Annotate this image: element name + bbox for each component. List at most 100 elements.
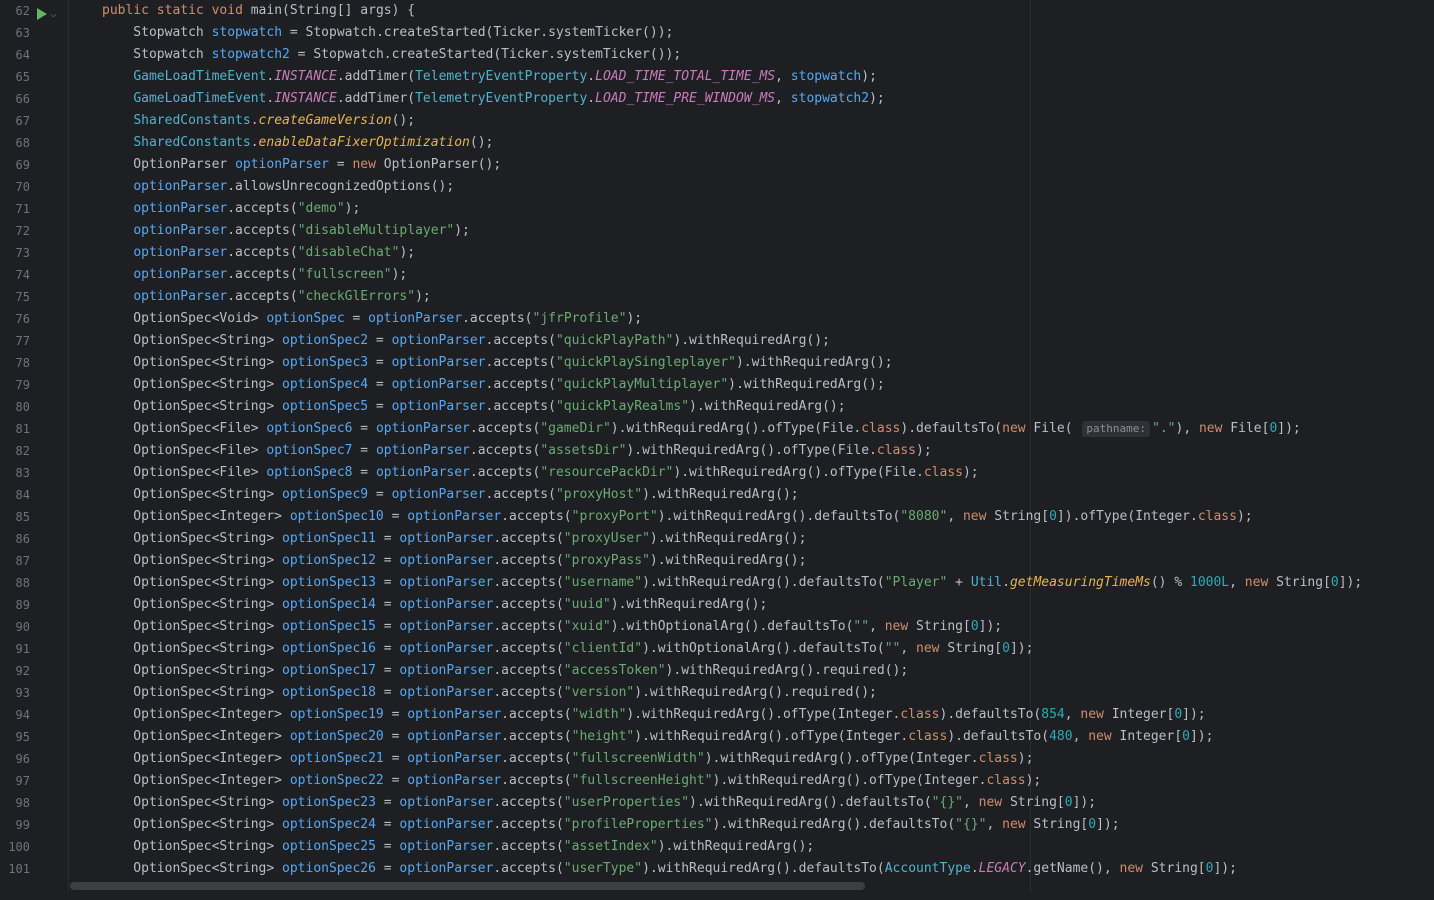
line-code[interactable]: OptionSpec<String> optionSpec4 = optionP… — [102, 374, 884, 396]
line-code[interactable]: OptionSpec<String> optionSpec2 = optionP… — [102, 330, 830, 352]
code-line[interactable]: 63 Stopwatch stopwatch = Stopwatch.creat… — [0, 22, 1434, 44]
code-line[interactable]: 101 OptionSpec<String> optionSpec26 = op… — [0, 858, 1434, 880]
code-line[interactable]: 98 OptionSpec<String> optionSpec23 = opt… — [0, 792, 1434, 814]
code-line[interactable]: 69 OptionParser optionParser = new Optio… — [0, 154, 1434, 176]
line-code[interactable]: OptionSpec<String> optionSpec24 = option… — [102, 814, 1119, 836]
line-code[interactable]: OptionSpec<String> optionSpec12 = option… — [102, 550, 806, 572]
code-line[interactable]: 67 SharedConstants.createGameVersion(); — [0, 110, 1434, 132]
line-code[interactable]: OptionSpec<String> optionSpec11 = option… — [102, 528, 806, 550]
line-number: 99 — [15, 818, 30, 832]
code-line[interactable]: 88 OptionSpec<String> optionSpec13 = opt… — [0, 572, 1434, 594]
line-number: 69 — [15, 158, 30, 172]
code-line[interactable]: 94 OptionSpec<Integer> optionSpec19 = op… — [0, 704, 1434, 726]
line-code[interactable]: OptionSpec<String> optionSpec18 = option… — [102, 682, 877, 704]
code-line[interactable]: 64 Stopwatch stopwatch2 = Stopwatch.crea… — [0, 44, 1434, 66]
line-code[interactable]: OptionSpec<String> optionSpec13 = option… — [102, 572, 1362, 594]
line-number: 63 — [15, 26, 30, 40]
line-number: 77 — [15, 334, 30, 348]
code-line[interactable]: 77 OptionSpec<String> optionSpec2 = opti… — [0, 330, 1434, 352]
code-line[interactable]: 81 OptionSpec<File> optionSpec6 = option… — [0, 418, 1434, 440]
line-code[interactable]: OptionSpec<Void> optionSpec = optionPars… — [102, 308, 642, 330]
code-line[interactable]: 85 OptionSpec<Integer> optionSpec10 = op… — [0, 506, 1434, 528]
line-code[interactable]: optionParser.accepts("demo"); — [102, 198, 360, 220]
line-code[interactable]: OptionSpec<Integer> optionSpec21 = optio… — [102, 748, 1033, 770]
line-code[interactable]: OptionSpec<String> optionSpec9 = optionP… — [102, 484, 798, 506]
line-code[interactable]: OptionSpec<String> optionSpec15 = option… — [102, 616, 1002, 638]
line-number: 81 — [15, 422, 30, 436]
code-line[interactable]: 93 OptionSpec<String> optionSpec18 = opt… — [0, 682, 1434, 704]
code-line[interactable]: 78 OptionSpec<String> optionSpec3 = opti… — [0, 352, 1434, 374]
code-line[interactable]: 99 OptionSpec<String> optionSpec24 = opt… — [0, 814, 1434, 836]
line-number: 80 — [15, 400, 30, 414]
code-line[interactable]: 100 OptionSpec<String> optionSpec25 = op… — [0, 836, 1434, 858]
code-line[interactable]: 79 OptionSpec<String> optionSpec4 = opti… — [0, 374, 1434, 396]
line-number: 96 — [15, 752, 30, 766]
code-line[interactable]: 62 public static void main(String[] args)… — [0, 0, 1434, 22]
code-line[interactable]: 73 optionParser.accepts("disableChat"); — [0, 242, 1434, 264]
line-code[interactable]: OptionSpec<String> optionSpec14 = option… — [102, 594, 767, 616]
line-code[interactable]: OptionSpec<String> optionSpec23 = option… — [102, 792, 1096, 814]
code-line[interactable]: 80 OptionSpec<String> optionSpec5 = opti… — [0, 396, 1434, 418]
line-code[interactable]: OptionSpec<Integer> optionSpec10 = optio… — [102, 506, 1252, 528]
code-line[interactable]: 84 OptionSpec<String> optionSpec9 = opti… — [0, 484, 1434, 506]
line-code[interactable]: OptionSpec<File> optionSpec6 = optionPar… — [102, 418, 1301, 440]
line-number: 74 — [15, 268, 30, 282]
code-line[interactable]: 66 GameLoadTimeEvent.INSTANCE.addTimer(T… — [0, 88, 1434, 110]
line-code[interactable]: OptionSpec<String> optionSpec5 = optionP… — [102, 396, 845, 418]
line-code[interactable]: OptionSpec<String> optionSpec26 = option… — [102, 858, 1237, 880]
code-line[interactable]: 89 OptionSpec<String> optionSpec14 = opt… — [0, 594, 1434, 616]
line-number: 82 — [15, 444, 30, 458]
line-code[interactable]: OptionSpec<String> optionSpec3 = optionP… — [102, 352, 892, 374]
code-line[interactable]: 83 OptionSpec<File> optionSpec8 = option… — [0, 462, 1434, 484]
code-line[interactable]: 76 OptionSpec<Void> optionSpec = optionP… — [0, 308, 1434, 330]
code-line[interactable]: 65 GameLoadTimeEvent.INSTANCE.addTimer(T… — [0, 66, 1434, 88]
line-code[interactable]: OptionSpec<String> optionSpec16 = option… — [102, 638, 1033, 660]
line-number: 76 — [15, 312, 30, 326]
line-code[interactable]: optionParser.accepts("disableMultiplayer… — [102, 220, 470, 242]
line-code[interactable]: optionParser.accepts("fullscreen"); — [102, 264, 407, 286]
code-line[interactable]: 96 OptionSpec<Integer> optionSpec21 = op… — [0, 748, 1434, 770]
line-code[interactable]: Stopwatch stopwatch = Stopwatch.createSt… — [102, 22, 673, 44]
line-code[interactable]: OptionParser optionParser = new OptionPa… — [102, 154, 501, 176]
line-code[interactable]: OptionSpec<Integer> optionSpec20 = optio… — [102, 726, 1213, 748]
line-code[interactable]: GameLoadTimeEvent.INSTANCE.addTimer(Tele… — [102, 88, 884, 110]
line-number: 83 — [15, 466, 30, 480]
line-code[interactable]: optionParser.allowsUnrecognizedOptions()… — [102, 176, 454, 198]
line-number: 65 — [15, 70, 30, 84]
horizontal-scrollbar[interactable] — [70, 882, 865, 890]
line-code[interactable]: OptionSpec<Integer> optionSpec19 = optio… — [102, 704, 1205, 726]
code-line[interactable]: 68 SharedConstants.enableDataFixerOptimi… — [0, 132, 1434, 154]
line-number: 70 — [15, 180, 30, 194]
code-line[interactable]: 86 OptionSpec<String> optionSpec11 = opt… — [0, 528, 1434, 550]
line-number: 78 — [15, 356, 30, 370]
code-line[interactable]: 91 OptionSpec<String> optionSpec16 = opt… — [0, 638, 1434, 660]
code-line[interactable]: 82 OptionSpec<File> optionSpec7 = option… — [0, 440, 1434, 462]
code-line[interactable]: 72 optionParser.accepts("disableMultipla… — [0, 220, 1434, 242]
line-code[interactable]: OptionSpec<String> optionSpec17 = option… — [102, 660, 908, 682]
line-code[interactable]: OptionSpec<Integer> optionSpec22 = optio… — [102, 770, 1041, 792]
line-code[interactable]: Stopwatch stopwatch2 = Stopwatch.createS… — [102, 44, 681, 66]
code-line[interactable]: 87 OptionSpec<String> optionSpec12 = opt… — [0, 550, 1434, 572]
code-line[interactable]: 74 optionParser.accepts("fullscreen"); — [0, 264, 1434, 286]
code-line[interactable]: 97 OptionSpec<Integer> optionSpec22 = op… — [0, 770, 1434, 792]
line-number: 89 — [15, 598, 30, 612]
line-code[interactable]: optionParser.accepts("disableChat"); — [102, 242, 415, 264]
line-code[interactable]: OptionSpec<File> optionSpec8 = optionPar… — [102, 462, 978, 484]
line-code[interactable]: public static void main(String[] args) { — [102, 0, 415, 22]
line-code[interactable]: optionParser.accepts("checkGlErrors"); — [102, 286, 430, 308]
line-number: 88 — [15, 576, 30, 590]
line-number: 86 — [15, 532, 30, 546]
line-code[interactable]: SharedConstants.createGameVersion(); — [102, 110, 415, 132]
code-line[interactable]: 92 OptionSpec<String> optionSpec17 = opt… — [0, 660, 1434, 682]
code-editor[interactable]: ⌵ 61@DontObfuscate62public static void m… — [0, 0, 1434, 900]
code-line[interactable]: 95 OptionSpec<Integer> optionSpec20 = op… — [0, 726, 1434, 748]
line-code[interactable]: SharedConstants.enableDataFixerOptimizat… — [102, 132, 493, 154]
code-line[interactable]: 75 optionParser.accepts("checkGlErrors")… — [0, 286, 1434, 308]
code-line[interactable]: 70 optionParser.allowsUnrecognizedOption… — [0, 176, 1434, 198]
line-code[interactable]: OptionSpec<String> optionSpec25 = option… — [102, 836, 814, 858]
line-code[interactable]: OptionSpec<File> optionSpec7 = optionPar… — [102, 440, 931, 462]
line-code[interactable]: GameLoadTimeEvent.INSTANCE.addTimer(Tele… — [102, 66, 877, 88]
code-line[interactable]: 90 OptionSpec<String> optionSpec15 = opt… — [0, 616, 1434, 638]
code-line[interactable]: 71 optionParser.accepts("demo"); — [0, 198, 1434, 220]
line-number: 72 — [15, 224, 30, 238]
